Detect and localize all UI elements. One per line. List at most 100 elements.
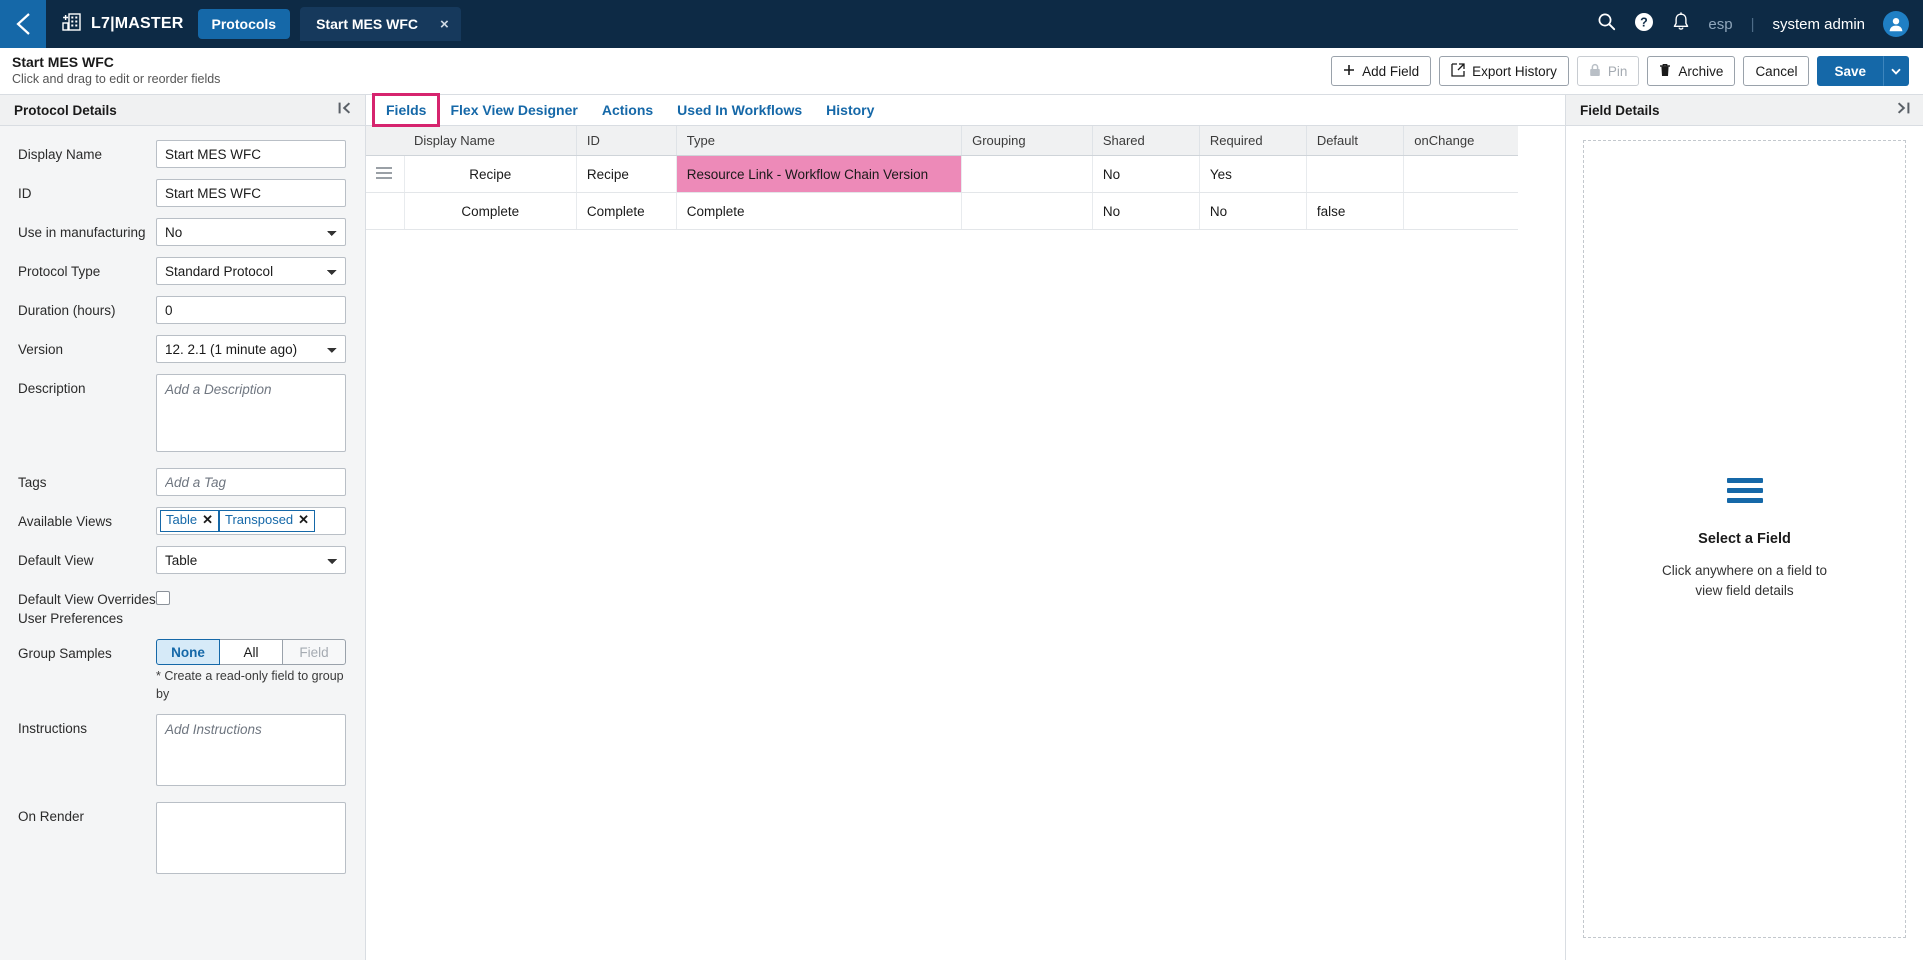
nav-pill-protocols[interactable]: Protocols xyxy=(197,9,291,39)
tags-label: Tags xyxy=(18,475,47,490)
default-view-select[interactable]: Table xyxy=(156,546,346,574)
save-button[interactable]: Save xyxy=(1817,56,1883,86)
duration-input[interactable] xyxy=(156,296,346,324)
building-add-icon xyxy=(62,12,82,37)
group-samples-option-none[interactable]: None xyxy=(156,639,220,666)
column-header-shared[interactable]: Shared xyxy=(1092,126,1200,156)
page-title: Start MES WFC xyxy=(12,53,114,70)
group-samples-segmented-control: None All Field xyxy=(156,639,346,666)
group-samples-option-field[interactable]: Field xyxy=(282,639,346,666)
table-row[interactable]: Recipe Recipe Resource Link - Workflow C… xyxy=(366,155,1518,193)
cancel-button[interactable]: Cancel xyxy=(1743,56,1810,86)
tab-used-in-workflows[interactable]: Used In Workflows xyxy=(665,95,814,125)
cell-display-name[interactable]: Recipe xyxy=(404,155,577,193)
tab-flex-view-designer[interactable]: Flex View Designer xyxy=(438,95,589,125)
trash-icon xyxy=(1659,63,1671,80)
cell-id[interactable]: Recipe xyxy=(576,155,677,193)
archive-button[interactable]: Archive xyxy=(1647,56,1736,86)
tab-history[interactable]: History xyxy=(814,95,886,125)
pin-button[interactable]: Pin xyxy=(1576,56,1640,86)
collapse-left-icon[interactable] xyxy=(337,101,353,120)
available-views-label: Available Views xyxy=(18,514,113,529)
chevron-left-icon xyxy=(12,11,34,37)
cell-type[interactable]: Complete xyxy=(676,192,963,230)
bell-icon[interactable] xyxy=(1672,11,1690,37)
column-header-default[interactable]: Default xyxy=(1306,126,1405,156)
row-drag-handle-cell[interactable] xyxy=(366,155,405,193)
export-history-button[interactable]: Export History xyxy=(1439,56,1569,86)
page-header-actions: Add Field Export History Pin Archive Can… xyxy=(1331,56,1909,86)
cell-shared[interactable]: No xyxy=(1092,192,1200,230)
page-subtitle: Click and drag to edit or reorder fields xyxy=(12,72,221,87)
cell-shared[interactable]: No xyxy=(1092,155,1200,193)
table-row[interactable]: Complete Complete Complete No No false xyxy=(366,192,1518,230)
add-field-button[interactable]: Add Field xyxy=(1331,56,1432,86)
empty-state-title: Select a Field xyxy=(1698,531,1791,548)
duration-label: Duration (hours) xyxy=(18,303,116,318)
version-select[interactable]: 12. 2.1 (1 minute ago) xyxy=(156,335,346,363)
page-header-text: Start MES WFC Click and drag to edit or … xyxy=(0,54,220,88)
tab-actions[interactable]: Actions xyxy=(590,95,665,125)
page-body: Protocol Details Display Name ID xyxy=(0,93,1923,960)
group-samples-hint: * Create a read-only field to group by xyxy=(156,669,344,701)
remove-tag-icon[interactable]: ✕ xyxy=(298,512,309,528)
cell-default[interactable]: false xyxy=(1306,192,1405,230)
cell-display-name[interactable]: Complete xyxy=(404,192,577,230)
cell-grouping[interactable] xyxy=(961,192,1093,230)
remove-tag-icon[interactable]: ✕ xyxy=(202,512,213,528)
tags-input[interactable] xyxy=(156,468,346,496)
list-lines-icon xyxy=(1726,478,1763,504)
top-navigation-bar: L7|MASTER Protocols Start MES WFC × ? es… xyxy=(0,0,1923,48)
tag-table[interactable]: Table ✕ xyxy=(160,510,219,532)
help-circle-icon[interactable]: ? xyxy=(1634,12,1654,37)
open-tab-start-mes-wfc[interactable]: Start MES WFC × xyxy=(300,7,461,41)
protocol-type-select[interactable]: Standard Protocol xyxy=(156,257,346,285)
available-views-tagbox[interactable]: Table ✕ Transposed ✕ xyxy=(156,507,346,535)
row-drag-handle-cell[interactable] xyxy=(366,192,405,230)
cell-onchange[interactable] xyxy=(1403,192,1518,230)
field-use-in-manufacturing: Use in manufacturing No xyxy=(0,218,365,246)
main-tabs: Fields Flex View Designer Actions Used I… xyxy=(366,93,1565,127)
search-icon[interactable] xyxy=(1597,12,1616,36)
group-samples-option-all[interactable]: All xyxy=(219,639,283,666)
cell-onchange[interactable] xyxy=(1403,155,1518,193)
protocol-details-form: Display Name ID Use in manufacturing No xyxy=(0,126,365,960)
column-header-onchange[interactable]: onChange xyxy=(1403,126,1518,156)
cell-required[interactable]: Yes xyxy=(1199,155,1307,193)
export-history-label: Export History xyxy=(1472,63,1557,79)
brand: L7|MASTER xyxy=(46,0,198,48)
protocol-details-title: Protocol Details xyxy=(14,102,117,118)
column-header-required[interactable]: Required xyxy=(1199,126,1307,156)
field-display-name: Display Name xyxy=(0,140,365,168)
cell-id[interactable]: Complete xyxy=(576,192,677,230)
save-dropdown-button[interactable] xyxy=(1883,56,1909,86)
column-header-type[interactable]: Type xyxy=(676,126,963,156)
protocol-type-label: Protocol Type xyxy=(18,264,101,279)
cell-required[interactable]: No xyxy=(1199,192,1307,230)
cell-grouping[interactable] xyxy=(961,155,1093,193)
field-details-title: Field Details xyxy=(1580,102,1660,118)
default-view-overrides-checkbox[interactable] xyxy=(156,591,170,605)
drag-handle-icon[interactable] xyxy=(376,166,392,179)
cell-type[interactable]: Resource Link - Workflow Chain Version xyxy=(676,155,963,193)
tag-transposed[interactable]: Transposed ✕ xyxy=(218,510,316,532)
collapse-right-icon[interactable] xyxy=(1895,101,1911,120)
close-icon[interactable]: × xyxy=(440,17,449,32)
use-in-manufacturing-select[interactable]: No xyxy=(156,218,346,246)
field-available-views: Available Views Table ✕ Transposed ✕ xyxy=(0,507,365,535)
description-textarea[interactable] xyxy=(156,374,346,452)
id-input[interactable] xyxy=(156,179,346,207)
column-header-grouping[interactable]: Grouping xyxy=(961,126,1093,156)
column-header-id[interactable]: ID xyxy=(576,126,677,156)
cell-default[interactable] xyxy=(1306,155,1405,193)
tab-fields[interactable]: Fields xyxy=(371,93,441,127)
back-button[interactable] xyxy=(0,0,46,48)
save-button-group: Save xyxy=(1817,56,1909,86)
add-field-label: Add Field xyxy=(1362,63,1420,79)
on-render-textarea[interactable] xyxy=(156,801,346,874)
user-avatar-icon[interactable] xyxy=(1883,11,1909,37)
column-header-display-name[interactable]: Display Name xyxy=(404,126,577,156)
pin-label: Pin xyxy=(1607,63,1628,79)
instructions-textarea[interactable] xyxy=(156,713,346,786)
display-name-input[interactable] xyxy=(156,140,346,168)
